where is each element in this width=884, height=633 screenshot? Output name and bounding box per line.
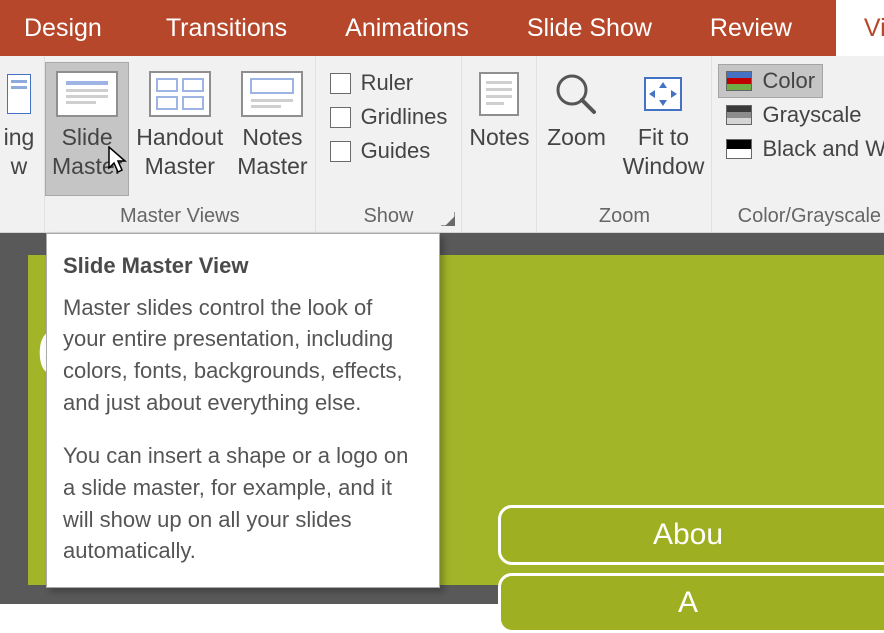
tooltip-paragraph-1: Master slides control the look of your e…	[63, 292, 421, 419]
fit-to-window-label: Fit to Window	[623, 123, 705, 181]
reading-view-icon	[7, 67, 31, 121]
group-zoom: Zoom Fit to Window Zoom	[537, 56, 712, 232]
handout-master-label: Handout Master	[136, 123, 223, 181]
fit-to-window-button[interactable]: Fit to Window	[615, 62, 711, 196]
group-label-notes	[462, 201, 536, 232]
checkbox-icon	[330, 107, 351, 128]
bw-label: Black and Wh	[762, 136, 884, 162]
notes-master-icon	[241, 67, 303, 121]
tab-view[interactable]: View	[836, 0, 884, 56]
show-dialog-launcher[interactable]	[441, 212, 455, 226]
group-color-grayscale: Color Grayscale Black and Wh Color/Grays…	[712, 56, 884, 232]
tab-transitions[interactable]: Transitions	[126, 0, 311, 56]
checkbox-icon	[330, 73, 351, 94]
slide-button-2[interactable]: A	[498, 573, 884, 633]
tab-animations[interactable]: Animations	[311, 0, 493, 56]
group-label-zoom: Zoom	[537, 201, 711, 232]
show-label-text: Show	[363, 205, 413, 227]
slide-master-label: Slide Master	[52, 123, 122, 181]
ruler-label: Ruler	[361, 70, 414, 96]
fit-to-window-icon	[639, 67, 687, 121]
group-label-master-views: Master Views	[45, 201, 315, 232]
notes-master-label: Notes Master	[237, 123, 307, 181]
slide-master-icon	[56, 67, 118, 121]
group-show: Ruler Gridlines Guides Show	[316, 56, 463, 232]
bw-swatch-icon	[726, 139, 752, 159]
color-mode-bw[interactable]: Black and Wh	[718, 132, 884, 166]
group-label-prev	[0, 201, 44, 232]
checkbox-icon	[330, 141, 351, 162]
slide-button-1[interactable]: Abou	[498, 505, 884, 565]
color-swatch-icon	[726, 71, 752, 91]
color-mode-grayscale[interactable]: Grayscale	[718, 98, 869, 132]
tab-review[interactable]: Review	[676, 0, 816, 56]
tooltip-title: Slide Master View	[63, 250, 421, 282]
zoom-button[interactable]: Zoom	[537, 62, 615, 196]
zoom-label: Zoom	[547, 123, 606, 152]
reading-view-button[interactable]: ing w	[0, 62, 44, 196]
zoom-icon	[552, 67, 600, 121]
tooltip-paragraph-2: You can insert a shape or a logo on a sl…	[63, 440, 421, 567]
slide-button-2-label: A	[678, 586, 698, 619]
color-mode-color[interactable]: Color	[718, 64, 823, 98]
slide-button-1-label: Abou	[653, 518, 723, 551]
notes-button[interactable]: Notes	[462, 62, 536, 196]
tooltip-slide-master: Slide Master View Master slides control …	[46, 233, 440, 588]
reading-view-label: ing w	[4, 123, 35, 181]
tab-design[interactable]: Design	[0, 0, 126, 56]
guides-label: Guides	[361, 138, 431, 164]
notes-icon	[477, 67, 521, 121]
ribbon: ing w Slide Master	[0, 56, 884, 233]
grayscale-label: Grayscale	[762, 102, 861, 128]
handout-master-icon	[149, 67, 211, 121]
ruler-checkbox[interactable]: Ruler	[324, 66, 420, 100]
gridlines-checkbox[interactable]: Gridlines	[324, 100, 454, 134]
group-master-views: Slide Master Handout Master	[45, 56, 316, 232]
grayscale-swatch-icon	[726, 105, 752, 125]
guides-checkbox[interactable]: Guides	[324, 134, 437, 168]
handout-master-button[interactable]: Handout Master	[129, 62, 230, 196]
slide-master-button[interactable]: Slide Master	[45, 62, 129, 196]
color-label: Color	[762, 68, 815, 94]
notes-master-button[interactable]: Notes Master	[230, 62, 314, 196]
group-label-show: Show	[316, 201, 462, 232]
gridlines-label: Gridlines	[361, 104, 448, 130]
group-label-color-grayscale: Color/Grayscale	[712, 201, 884, 232]
notes-label: Notes	[469, 123, 529, 152]
ribbon-tabs: Design Transitions Animations Slide Show…	[0, 0, 884, 56]
tab-slideshow[interactable]: Slide Show	[493, 0, 676, 56]
